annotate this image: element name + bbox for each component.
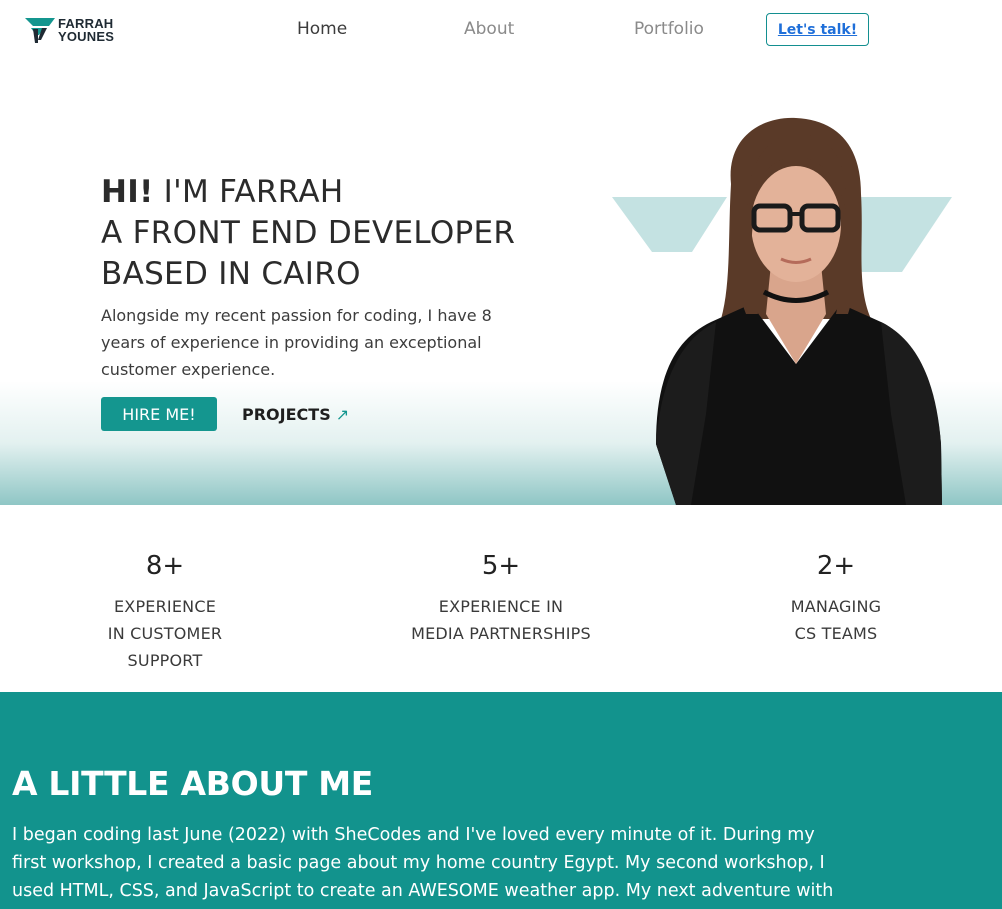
arrow-up-right-icon: ↗	[335, 405, 350, 424]
greeting-rest: I'M FARRAH	[153, 174, 344, 210]
stat-media-partnerships: 5+ EXPERIENCE IN MEDIA PARTNERSHIPS	[371, 549, 631, 647]
nav-link-home[interactable]: Home	[297, 19, 347, 39]
hero-section: HI! I'M FARRAH A FRONT END DEVELOPER BAS…	[0, 62, 1002, 505]
projects-label: PROJECTS	[242, 405, 331, 424]
hero-description: Alongside my recent passion for coding, …	[101, 306, 492, 379]
fy-logo-icon	[25, 18, 55, 43]
stat-number: 5+	[481, 551, 521, 581]
hero-greeting: HI! I'M FARRAH	[101, 172, 515, 213]
nav-link-portfolio[interactable]: Portfolio	[634, 19, 704, 39]
stat-number: 8+	[145, 551, 185, 581]
stat-label-line: IN CUSTOMER	[107, 624, 223, 643]
lets-talk-button[interactable]: Let's talk!	[766, 13, 869, 46]
projects-link[interactable]: PROJECTS ↗	[242, 405, 349, 424]
stat-label: EXPERIENCE IN CUSTOMER SUPPORT	[35, 593, 295, 674]
logo-text: FARRAH YOUNES	[58, 17, 114, 43]
hire-me-button[interactable]: HIRE ME!	[101, 397, 217, 431]
nav-link-about[interactable]: About	[464, 19, 514, 39]
about-paragraph: I began coding last June (2022) with She…	[12, 825, 834, 901]
hero-title-line-3: BASED IN CAIRO	[101, 256, 361, 292]
stat-label-line: MEDIA PARTNERSHIPS	[411, 624, 591, 643]
profile-photo	[656, 117, 942, 505]
stat-label: MANAGING CS TEAMS	[706, 593, 966, 647]
stat-label-line: CS TEAMS	[794, 624, 878, 643]
stats-section: 8+ EXPERIENCE IN CUSTOMER SUPPORT 5+ EXP…	[0, 505, 1002, 692]
about-heading: A LITTLE ABOUT ME	[12, 764, 373, 803]
logo-line-2: YOUNES	[58, 29, 115, 44]
stat-number: 2+	[816, 551, 856, 581]
stat-label-line: SUPPORT	[127, 651, 203, 670]
hero-title-line-2: A FRONT END DEVELOPER	[101, 215, 516, 251]
stat-label-line: EXPERIENCE IN	[438, 597, 564, 616]
stat-customer-support: 8+ EXPERIENCE IN CUSTOMER SUPPORT	[35, 549, 295, 674]
stat-label-line: MANAGING	[790, 597, 882, 616]
hero-heading: HI! I'M FARRAH A FRONT END DEVELOPER BAS…	[101, 172, 515, 295]
greeting-bold: HI!	[101, 174, 154, 210]
stat-label-line: EXPERIENCE	[113, 597, 217, 616]
stat-cs-teams: 2+ MANAGING CS TEAMS	[706, 549, 966, 647]
top-navbar: FARRAH YOUNES Home About Portfolio Let's…	[0, 0, 1002, 62]
about-section: A LITTLE ABOUT ME I began coding last Ju…	[0, 692, 1002, 909]
site-logo[interactable]: FARRAH YOUNES	[24, 15, 114, 45]
stat-label: EXPERIENCE IN MEDIA PARTNERSHIPS	[371, 593, 631, 647]
